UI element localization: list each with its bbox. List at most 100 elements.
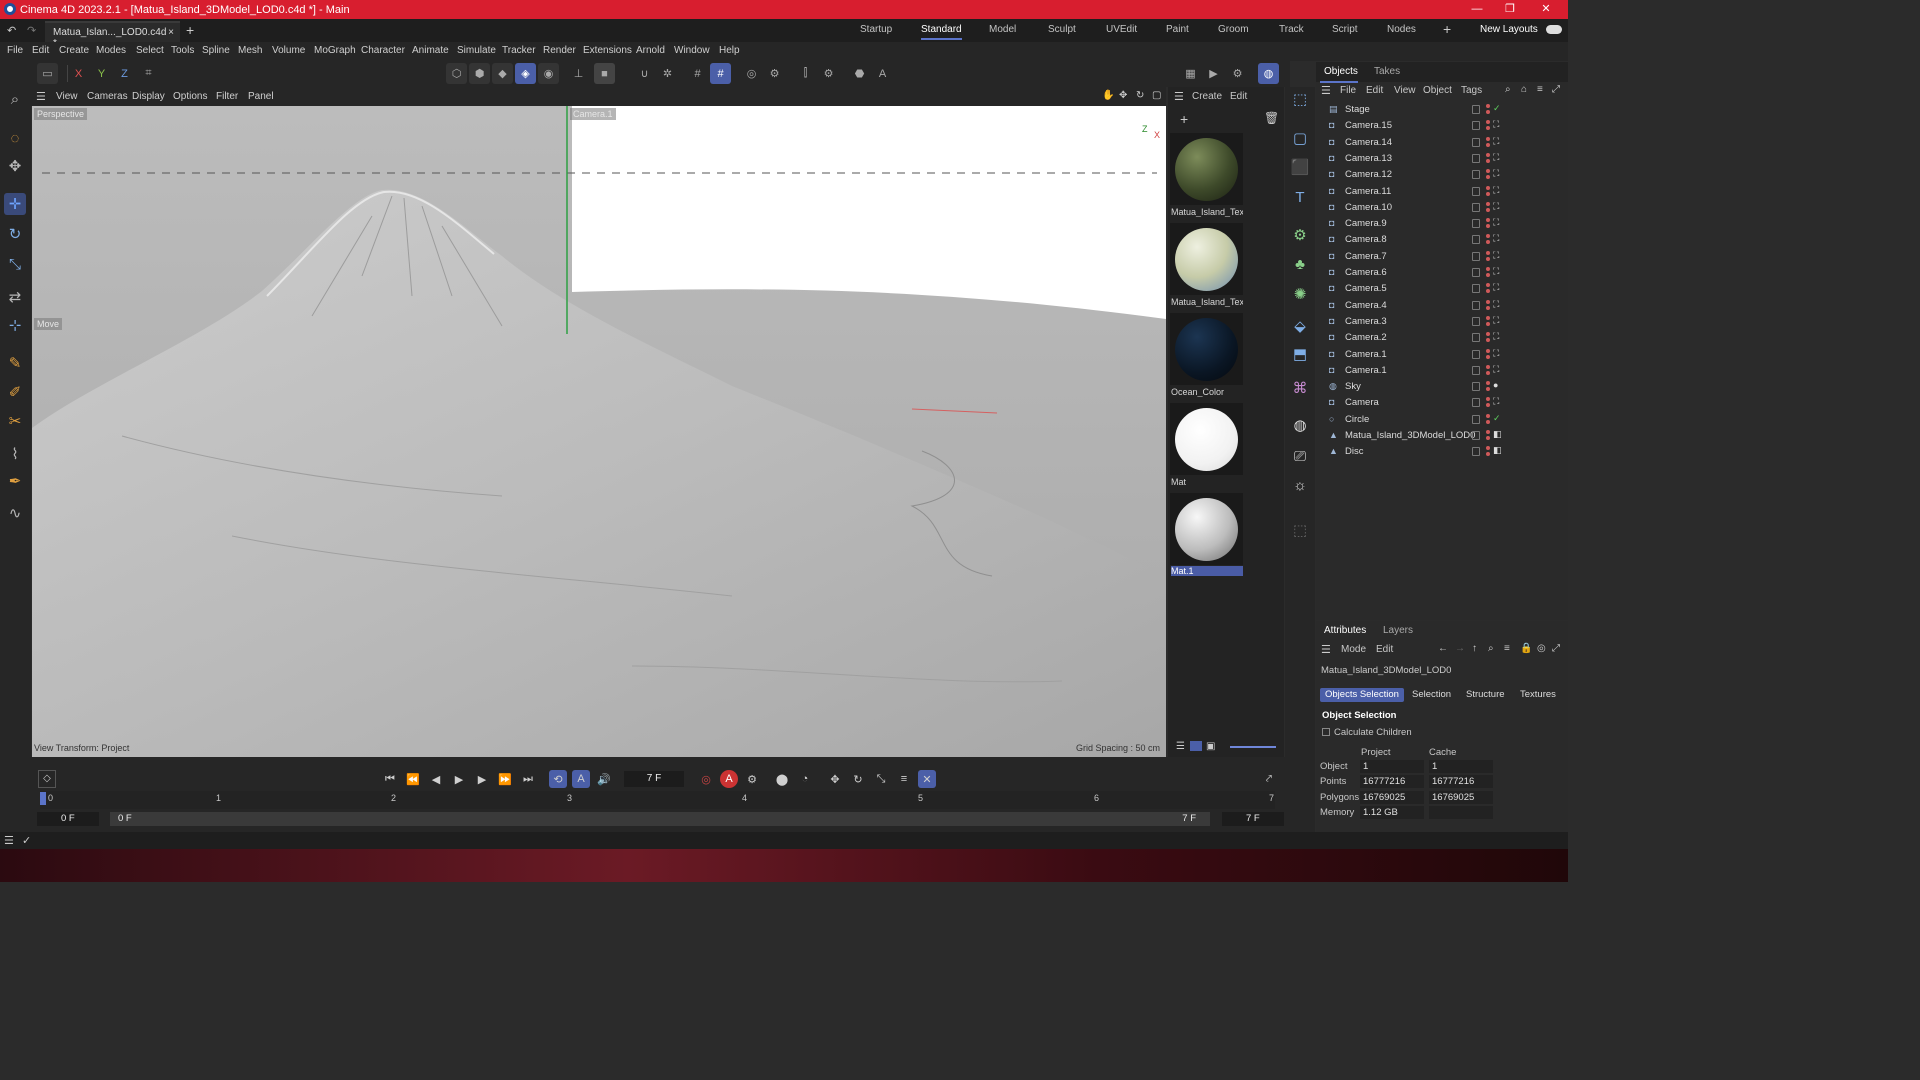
material-label-5[interactable]: Mat.1 — [1171, 566, 1243, 576]
attributes-filter-icon[interactable]: ≡ — [1504, 643, 1510, 654]
object-row[interactable]: ◘ Camera ⛶ — [1316, 395, 1568, 411]
list-view-icon[interactable]: ☰ — [1176, 741, 1185, 752]
menu-spline[interactable]: Spline — [202, 45, 230, 56]
viewport-menu-display[interactable]: Display — [132, 91, 165, 102]
parameter-key-icon[interactable]: ≡ — [895, 770, 913, 788]
menu-mograph[interactable]: MoGraph — [314, 45, 356, 56]
layer-checkbox[interactable] — [1472, 316, 1480, 326]
object-row[interactable]: ◘ Camera.11 ⛶ — [1316, 184, 1568, 200]
viewport-menu-filter[interactable]: Filter — [216, 91, 238, 102]
close-tab-icon[interactable]: × — [168, 27, 174, 38]
layout-standard[interactable]: Standard — [921, 24, 962, 40]
menu-file[interactable]: File — [7, 45, 23, 56]
polygons-mode-icon[interactable]: ◆ — [492, 63, 513, 84]
object-tag-icon[interactable]: ⛶ — [1493, 168, 1499, 179]
redo-icon[interactable]: ↷ — [27, 24, 36, 37]
layout-model[interactable]: Model — [989, 24, 1016, 35]
material-menu-create[interactable]: Create — [1192, 91, 1222, 102]
render-visibility-dot[interactable] — [1486, 321, 1490, 326]
menu-character[interactable]: Character — [361, 45, 405, 56]
editor-visibility-dot[interactable] — [1486, 120, 1490, 125]
large-view-icon[interactable]: ▣ — [1206, 741, 1215, 752]
render-visibility-dot[interactable] — [1486, 436, 1490, 440]
subtab-textures[interactable]: Textures — [1515, 688, 1561, 702]
editor-visibility-dot[interactable] — [1486, 446, 1490, 451]
object-row[interactable]: ◘ Camera.12 ⛶ — [1316, 167, 1568, 183]
subtab-structure[interactable]: Structure — [1461, 688, 1510, 702]
object-row[interactable]: ◘ Camera.2 ⛶ — [1316, 330, 1568, 346]
tweak-icon[interactable]: ✥ — [4, 155, 26, 177]
environment-icon[interactable]: ◍ — [1289, 414, 1311, 436]
dynamics-icon[interactable]: ⬣ — [849, 63, 870, 84]
preview-range-slider[interactable]: 0 F 7 F — [110, 812, 1210, 826]
spline-sketch-icon[interactable]: ✐ — [4, 381, 26, 403]
render-visibility-dot[interactable] — [1486, 354, 1490, 359]
axis-mode-icon[interactable]: ⊥ — [568, 63, 589, 84]
render-visibility-dot[interactable] — [1486, 387, 1490, 392]
knife-icon[interactable]: ✂ — [4, 410, 26, 432]
object-tag-icon[interactable]: ● — [1493, 380, 1498, 390]
render-visibility-dot[interactable] — [1486, 273, 1490, 277]
menu-arnold[interactable]: Arnold — [636, 45, 665, 56]
layer-checkbox[interactable] — [1472, 365, 1480, 375]
editor-visibility-dot[interactable] — [1486, 299, 1490, 304]
render-visibility-dot[interactable] — [1486, 110, 1490, 114]
sound-icon[interactable]: 🔊 — [595, 770, 613, 788]
autokeying-icon[interactable]: A — [720, 770, 738, 788]
layout-groom[interactable]: Groom — [1218, 24, 1249, 35]
render-visibility-dot[interactable] — [1486, 289, 1490, 294]
layer-checkbox[interactable] — [1472, 170, 1480, 180]
generator-icon[interactable]: ⚙ — [1289, 224, 1311, 246]
menu-simulate[interactable]: Simulate — [457, 45, 496, 56]
layer-checkbox[interactable] — [1472, 235, 1480, 245]
spline-icon[interactable]: ⌘ — [1289, 377, 1311, 399]
scale-tool-icon[interactable]: ⤡ — [4, 253, 26, 275]
forward-arrow-icon[interactable]: → — [1455, 643, 1465, 654]
layout-script[interactable]: Script — [1332, 24, 1358, 35]
layer-checkbox[interactable] — [1472, 447, 1480, 457]
up-arrow-icon[interactable]: ↑ — [1472, 643, 1477, 654]
object-tag-icon[interactable]: ⛶ — [1493, 348, 1499, 359]
status-menu-icon[interactable]: ☰ — [4, 834, 14, 847]
layer-checkbox[interactable] — [1472, 300, 1480, 310]
object-row[interactable]: ◘ Camera.6 ⛶ — [1316, 265, 1568, 281]
deformer-icon[interactable]: ⬙ — [1289, 315, 1311, 337]
calculate-children-checkbox[interactable] — [1322, 728, 1330, 736]
render-visibility-dot[interactable] — [1486, 403, 1490, 408]
object-tag-icon[interactable]: ⛶ — [1493, 266, 1499, 277]
object-row[interactable]: ◘ Camera.8 ⛶ — [1316, 232, 1568, 248]
object-row[interactable]: ▲ Disc ◧ — [1316, 444, 1568, 460]
back-arrow-icon[interactable]: ← — [1438, 643, 1448, 654]
object-tag-icon[interactable]: ◧ — [1493, 445, 1502, 456]
layout-uvedit[interactable]: UVEdit — [1106, 24, 1137, 35]
material-label-2[interactable]: Matua_Island_Text — [1171, 297, 1243, 307]
object-tag-icon[interactable]: ✓ — [1493, 413, 1501, 424]
playhead[interactable] — [40, 792, 46, 805]
viewport-menu-view[interactable]: View — [56, 91, 78, 102]
edges-mode-icon[interactable]: ⬢ — [469, 63, 490, 84]
render-visibility-dot[interactable] — [1486, 175, 1490, 180]
object-selection-icon[interactable]: ⬚ — [1289, 88, 1311, 110]
render-visibility-dot[interactable] — [1486, 142, 1490, 147]
render-visibility-dot[interactable] — [1486, 224, 1490, 229]
attributes-expand-icon[interactable]: ⤢ — [1552, 643, 1560, 654]
editor-visibility-dot[interactable] — [1486, 397, 1490, 402]
editor-visibility-dot[interactable] — [1486, 218, 1490, 223]
search-icon[interactable]: ⌕ — [4, 88, 26, 110]
editor-visibility-dot[interactable] — [1486, 381, 1490, 386]
editor-visibility-dot[interactable] — [1486, 364, 1490, 369]
object-row[interactable]: ◘ Camera.14 ⛶ — [1316, 135, 1568, 151]
new-layouts-label[interactable]: New Layouts — [1480, 24, 1538, 35]
object-row[interactable]: ◍ Sky ● — [1316, 379, 1568, 395]
layouts-toggle[interactable] — [1546, 25, 1562, 34]
arnold-icon[interactable]: A — [872, 63, 893, 84]
lock-icon[interactable]: 🔒 — [1520, 643, 1532, 654]
render-visibility-dot[interactable] — [1486, 191, 1490, 196]
layer-checkbox[interactable] — [1472, 382, 1480, 392]
menu-render[interactable]: Render — [543, 45, 576, 56]
new-material-icon[interactable]: + — [1180, 111, 1188, 127]
editor-visibility-dot[interactable] — [1486, 250, 1490, 255]
pan-view-icon[interactable]: ✋ — [1102, 90, 1114, 101]
render-view-icon[interactable]: ▦ — [1180, 63, 1201, 84]
menu-select[interactable]: Select — [136, 45, 164, 56]
